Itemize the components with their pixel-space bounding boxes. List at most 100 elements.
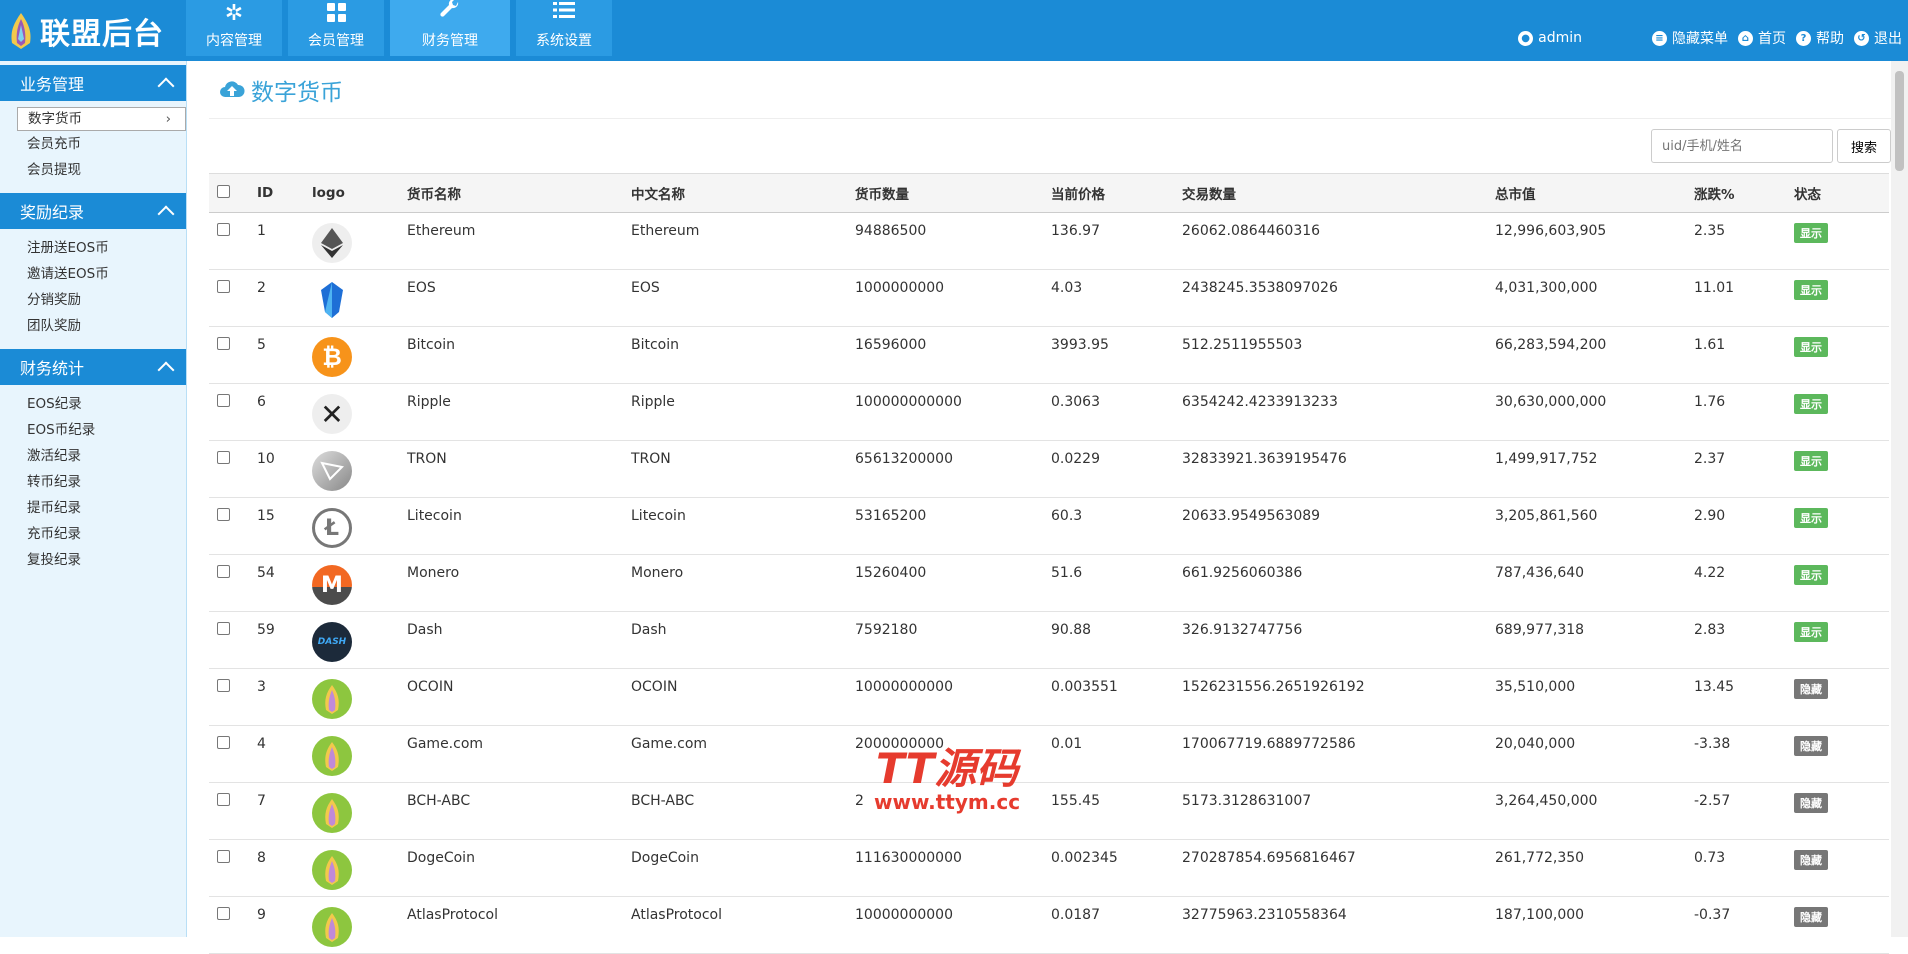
logout-link[interactable]: ↺ 退出 [1854, 28, 1902, 48]
select-all-checkbox[interactable] [217, 184, 230, 198]
row-checkbox[interactable] [217, 508, 230, 521]
help-link[interactable]: ? 帮助 [1796, 28, 1844, 48]
cell-id: 8 [257, 839, 312, 897]
cell-price: 0.002345 [1051, 839, 1182, 897]
cell-status: 显示 [1794, 326, 1889, 384]
row-checkbox[interactable] [217, 223, 230, 236]
row-checkbox[interactable] [217, 622, 230, 635]
cell-change: 0.73 [1694, 839, 1794, 897]
row-checkbox[interactable] [217, 736, 230, 749]
sidebar-item-deposit-record[interactable]: 充币纪录 [0, 521, 186, 547]
sidebar-item-reinvest-record[interactable]: 复投纪录 [0, 547, 186, 573]
sidebar-group-title: 财务统计 [20, 359, 85, 378]
sidebar-item-digital-currency[interactable]: 数字货币 › [17, 107, 186, 131]
search-button[interactable]: 搜索 [1837, 129, 1891, 163]
cell-market-cap: 787,436,640 [1495, 554, 1694, 612]
sidebar: 业务管理 数字货币 › 会员充币 会员提现 奖励纪录 注册送EOS币 邀请送EO… [0, 61, 187, 937]
table-row: 10 TRON TRON 65613200000 0.0229 32833921.3639… [209, 440, 1889, 498]
cell-quantity: 15260400 [855, 554, 1051, 612]
cell-quantity: 10000000000 [855, 896, 1051, 954]
topnav-content[interactable]: ✲ 内容管理 [186, 0, 282, 56]
admin-user[interactable]: ● admin [1518, 30, 1582, 46]
cell-status: 显示 [1794, 212, 1889, 270]
cell-volume: 512.2511955503 [1182, 326, 1495, 384]
row-checkbox[interactable] [217, 850, 230, 863]
status-badge[interactable]: 显示 [1794, 223, 1828, 243]
cell-quantity: 7592180 [855, 611, 1051, 669]
cell-quantity: 100000000000 [855, 383, 1051, 441]
topnav-system[interactable]: 系统设置 [516, 0, 612, 56]
default-logo-icon [312, 907, 407, 947]
row-checkbox[interactable] [217, 394, 230, 407]
status-badge[interactable]: 隐藏 [1794, 679, 1828, 699]
cell-cn-name: Game.com [631, 725, 855, 783]
row-checkbox[interactable] [217, 280, 230, 293]
cell-status: 隐藏 [1794, 668, 1889, 726]
sidebar-item-register-reward[interactable]: 注册送EOS币 [0, 235, 186, 261]
grid-icon [326, 3, 346, 22]
sidebar-item-transfer-record[interactable]: 转币纪录 [0, 469, 186, 495]
sidebar-item-invite-reward[interactable]: 邀请送EOS币 [0, 261, 186, 287]
top-links: ● admin ≡ 隐藏菜单 ⌂ 首页 ? 帮助 ↺ 退出 [1508, 28, 1902, 48]
col-status: 状态 [1794, 173, 1889, 213]
status-badge[interactable]: 显示 [1794, 565, 1828, 585]
hide-menu-link[interactable]: ≡ 隐藏菜单 [1652, 28, 1728, 48]
status-badge[interactable]: 显示 [1794, 508, 1828, 528]
row-checkbox[interactable] [217, 565, 230, 578]
sidebar-group-business[interactable]: 业务管理 [0, 65, 186, 101]
sidebar-item-member-deposit[interactable]: 会员充币 [0, 131, 186, 157]
status-badge[interactable]: 显示 [1794, 622, 1828, 642]
top-bar: 联盟后台 ✲ 内容管理 会员管理 财务管理 系统设置 ● admin ≡ 隐藏菜单 … [0, 0, 1908, 61]
home-link[interactable]: ⌂ 首页 [1738, 28, 1786, 48]
topnav-members[interactable]: 会员管理 [288, 0, 384, 56]
sidebar-group-finance-stats[interactable]: 财务统计 [0, 349, 186, 385]
row-checkbox[interactable] [217, 451, 230, 464]
sidebar-item-eos-record[interactable]: EOS纪录 [0, 391, 186, 417]
status-badge[interactable]: 显示 [1794, 451, 1828, 471]
row-checkbox[interactable] [217, 337, 230, 350]
cell-price: 136.97 [1051, 212, 1182, 270]
page-scrollbar[interactable] [1891, 61, 1908, 937]
table-row: 4 Game.com Game.com 2000000000 0.01 170067719… [209, 725, 1889, 783]
sidebar-item-withdraw-record[interactable]: 提币纪录 [0, 495, 186, 521]
table-row: 8 DogeCoin DogeCoin 111630000000 0.002345 270… [209, 839, 1889, 897]
sidebar-item-eos-coin-record[interactable]: EOS币纪录 [0, 417, 186, 443]
cell-cn-name: TRON [631, 440, 855, 498]
ripple-logo-icon: ✕ [312, 394, 407, 434]
sidebar-item-member-withdraw[interactable]: 会员提现 [0, 157, 186, 183]
sidebar-item-team-reward[interactable]: 团队奖励 [0, 313, 186, 339]
cell-cn-name: BCH-ABC [631, 782, 855, 840]
main-content: 数字货币 搜索 ID logo 货币名称 中文名称 货币数量 当前价格 交易数量… [209, 61, 1891, 954]
row-checkbox[interactable] [217, 907, 230, 920]
cell-logo [312, 269, 407, 327]
status-badge[interactable]: 隐藏 [1794, 736, 1828, 756]
sidebar-group-rewards[interactable]: 奖励纪录 [0, 193, 186, 229]
status-badge[interactable]: 显示 [1794, 337, 1828, 357]
status-badge[interactable]: 隐藏 [1794, 850, 1828, 870]
topnav-finance[interactable]: 财务管理 [390, 0, 510, 56]
sidebar-item-label: 数字货币 [28, 111, 82, 127]
cell-status: 隐藏 [1794, 839, 1889, 897]
col-volume: 交易数量 [1182, 173, 1495, 213]
list-icon [553, 0, 575, 26]
watermark-title: TT源码 [876, 744, 1019, 793]
status-badge[interactable]: 显示 [1794, 280, 1828, 300]
row-checkbox[interactable] [217, 793, 230, 806]
scrollbar-thumb[interactable] [1895, 71, 1904, 171]
status-badge[interactable]: 隐藏 [1794, 793, 1828, 813]
table-row: 59 DASH Dash Dash 7592180 90.88 326.9132747756… [209, 611, 1889, 669]
cell-quantity: 10000000000 [855, 668, 1051, 726]
status-badge[interactable]: 隐藏 [1794, 907, 1828, 927]
cell-name: Bitcoin [407, 326, 631, 384]
status-badge[interactable]: 显示 [1794, 394, 1828, 414]
sidebar-item-activation-record[interactable]: 激活纪录 [0, 443, 186, 469]
row-checkbox[interactable] [217, 679, 230, 692]
search-input[interactable] [1651, 129, 1833, 163]
sidebar-item-distribution-reward[interactable]: 分销奖励 [0, 287, 186, 313]
app-title: 联盟后台 [40, 17, 164, 52]
logout-icon: ↺ [1854, 30, 1869, 46]
cell-status: 显示 [1794, 554, 1889, 612]
cell-change: 2.35 [1694, 212, 1794, 270]
cell-market-cap: 3,264,450,000 [1495, 782, 1694, 840]
cell-logo: M [312, 554, 407, 612]
